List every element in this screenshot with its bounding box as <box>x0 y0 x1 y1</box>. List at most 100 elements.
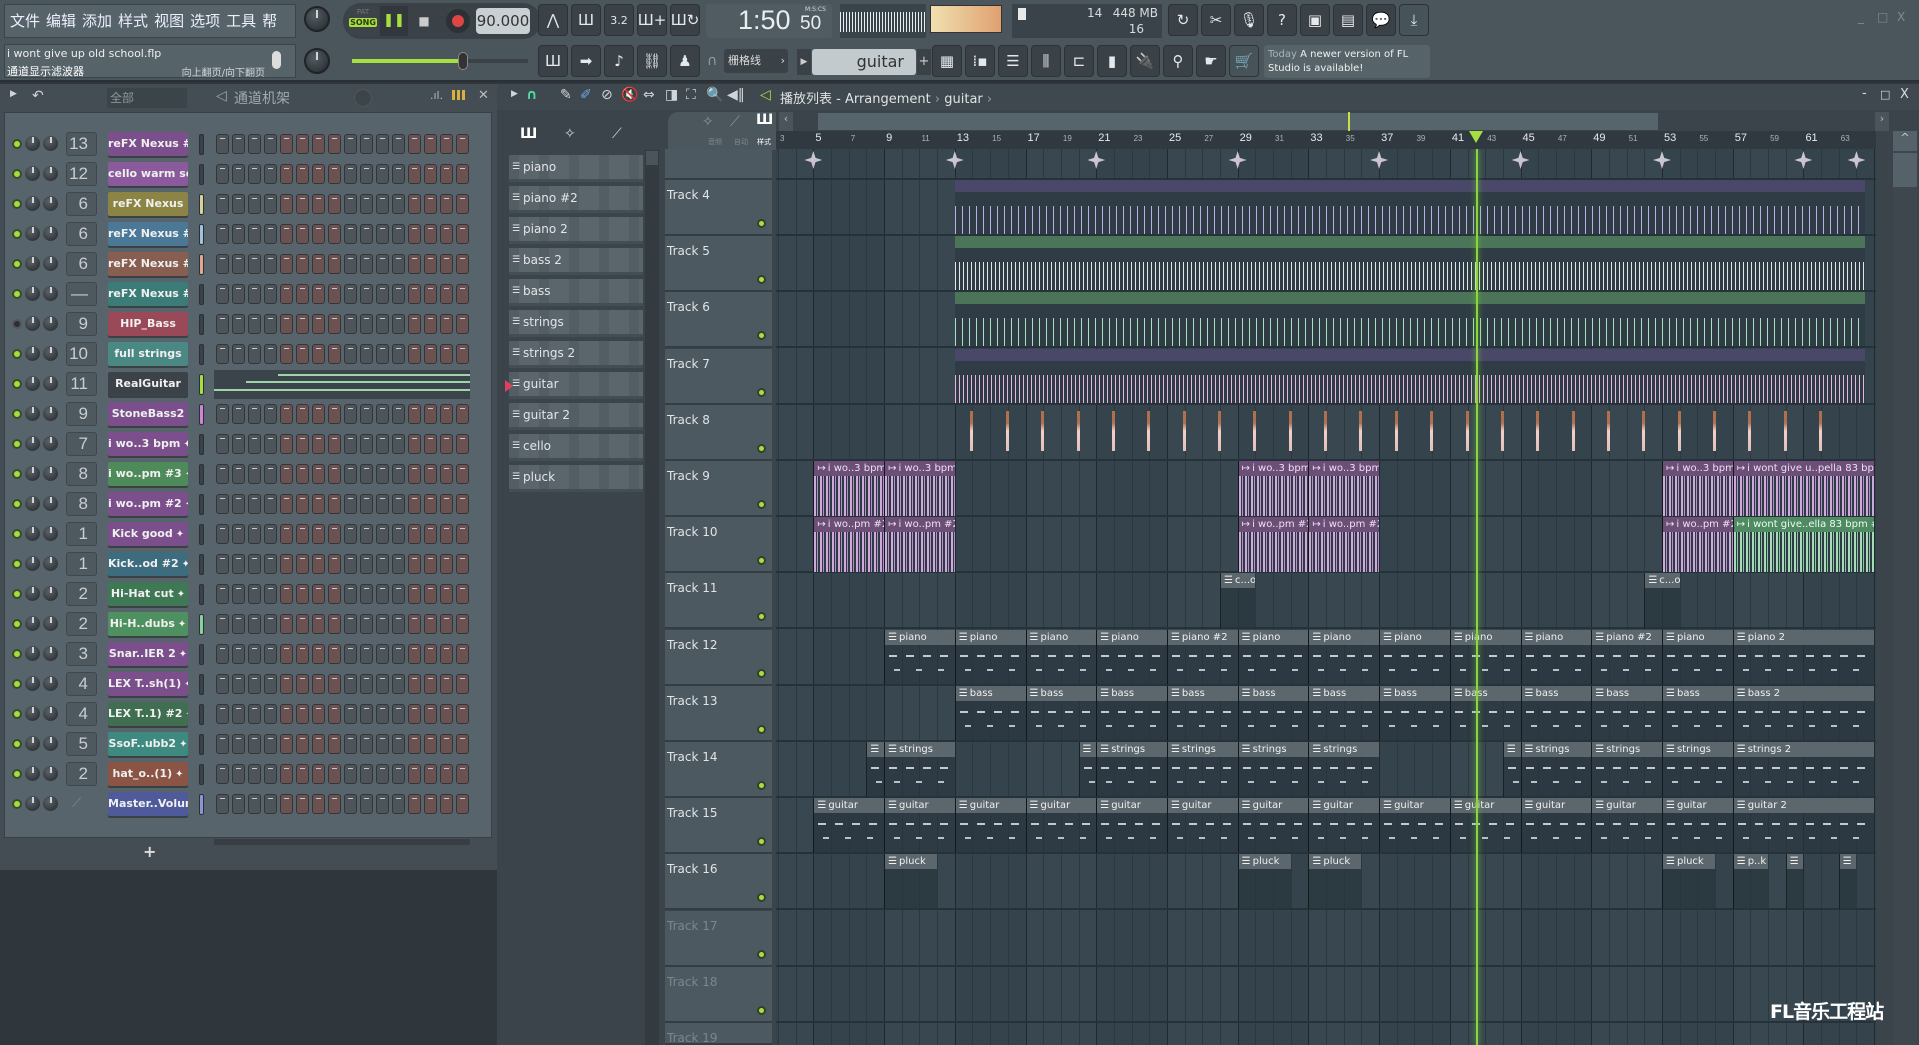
step-button[interactable] <box>344 524 357 544</box>
playlist-clip[interactable]: ☰ <box>1838 854 1857 910</box>
step-button[interactable] <box>216 494 229 514</box>
channel-mute-led[interactable] <box>12 259 22 269</box>
step-button[interactable] <box>440 644 453 664</box>
menu-item[interactable]: 视图 <box>154 12 184 30</box>
step-button[interactable] <box>216 134 229 154</box>
channel-name-button[interactable]: reFX Nexus <box>108 192 188 216</box>
step-button[interactable] <box>312 134 325 154</box>
channel-name-button[interactable]: hat_o..(1) ✦ <box>108 762 188 786</box>
step-button[interactable] <box>408 494 421 514</box>
channel-mute-led[interactable] <box>12 229 22 239</box>
step-button[interactable] <box>392 794 405 814</box>
step-button[interactable] <box>392 194 405 214</box>
step-button[interactable] <box>248 494 261 514</box>
step-button[interactable] <box>376 344 389 364</box>
step-button[interactable] <box>328 734 341 754</box>
step-button[interactable] <box>232 434 245 454</box>
menu-item[interactable]: 编辑 <box>46 12 76 30</box>
step-button[interactable] <box>296 224 309 244</box>
step-button[interactable] <box>312 584 325 604</box>
step-button[interactable] <box>408 794 421 814</box>
channel-mute-led[interactable] <box>12 709 22 719</box>
news-panel[interactable]: Today A newer version of FL Studio is av… <box>1264 45 1430 78</box>
playlist-clip[interactable]: ☰bass <box>1025 685 1097 741</box>
overview-strip[interactable] <box>794 112 1874 131</box>
step-button[interactable] <box>456 464 469 484</box>
track-4-clip[interactable] <box>954 180 1866 234</box>
mixer-track-number[interactable]: 6 <box>66 252 97 276</box>
step-button[interactable] <box>312 794 325 814</box>
step-button[interactable] <box>424 134 437 154</box>
step-button[interactable] <box>248 434 261 454</box>
step-button[interactable] <box>392 284 405 304</box>
step-button[interactable] <box>392 644 405 664</box>
step-button[interactable] <box>232 134 245 154</box>
hit-marker[interactable] <box>1076 410 1080 451</box>
step-button[interactable] <box>440 224 453 244</box>
hit-marker[interactable] <box>970 410 974 451</box>
track-header[interactable]: Track 19 <box>665 1023 772 1045</box>
playlist-minimize-button[interactable]: - <box>1862 86 1867 101</box>
project-browser-button[interactable]: ⊏ <box>1064 45 1094 77</box>
step-button[interactable] <box>328 344 341 364</box>
step-button[interactable] <box>216 554 229 574</box>
track-mute-led[interactable] <box>757 219 766 228</box>
track-mute-led[interactable] <box>757 893 766 903</box>
step-button[interactable] <box>296 494 309 514</box>
step-button[interactable] <box>456 434 469 454</box>
step-button[interactable] <box>296 404 309 424</box>
step-button[interactable] <box>232 614 245 634</box>
step-button[interactable] <box>456 794 469 814</box>
step-button[interactable] <box>216 344 229 364</box>
channel-name-button[interactable]: StoneBass2 <box>108 402 188 426</box>
step-button[interactable] <box>456 254 469 274</box>
step-button[interactable] <box>296 464 309 484</box>
step-button[interactable] <box>360 254 373 274</box>
step-button[interactable] <box>360 734 373 754</box>
track-header[interactable]: Track 13 <box>665 685 772 742</box>
step-button[interactable] <box>328 674 341 694</box>
swing-knob[interactable] <box>354 89 372 107</box>
hit-marker[interactable] <box>1182 410 1186 451</box>
step-button[interactable] <box>280 734 293 754</box>
step-button[interactable] <box>360 434 373 454</box>
volume-knob[interactable] <box>43 346 58 361</box>
step-button[interactable] <box>456 164 469 184</box>
playlist-clip[interactable]: ☰ guitar <box>1520 798 1592 854</box>
channel-name-button[interactable]: LEX T..sh(1)✦ <box>108 672 188 696</box>
step-button[interactable] <box>440 794 453 814</box>
cut-button[interactable]: ✂ <box>1201 4 1231 36</box>
playlist-clip[interactable]: ☰ guitar <box>1166 798 1238 854</box>
playlist-clip[interactable]: ☰ pluck <box>1662 854 1716 910</box>
step-button[interactable] <box>312 284 325 304</box>
channel-select-indicator[interactable] <box>199 494 204 515</box>
step-button[interactable] <box>424 584 437 604</box>
browser-button[interactable]: ➡ <box>571 45 601 77</box>
step-button[interactable] <box>296 164 309 184</box>
channel-mute-led[interactable] <box>12 349 22 359</box>
playlist-clip[interactable]: ↦ i wo..3 bpm <box>884 461 955 516</box>
step-button[interactable] <box>424 554 437 574</box>
hit-marker[interactable] <box>1748 410 1752 451</box>
step-button[interactable] <box>232 254 245 274</box>
step-button[interactable] <box>408 464 421 484</box>
hit-marker[interactable] <box>1642 410 1646 451</box>
playlist-clip[interactable]: ↦ i wo..pm #2 <box>1662 517 1733 573</box>
volume-knob[interactable] <box>43 466 58 481</box>
playlist-clip[interactable]: ☰ strings 2 <box>1732 742 1875 797</box>
step-button[interactable] <box>408 284 421 304</box>
step-button[interactable] <box>264 134 277 154</box>
step-button[interactable] <box>344 734 357 754</box>
step-button[interactable] <box>376 224 389 244</box>
channel-name-button[interactable]: SsoF..ubb2 ✦ <box>108 732 188 756</box>
volume-knob[interactable] <box>43 256 58 271</box>
step-button[interactable] <box>280 164 293 184</box>
delete-icon[interactable]: ⊘ <box>601 87 613 103</box>
hit-marker[interactable] <box>1253 410 1257 451</box>
step-button[interactable] <box>328 434 341 454</box>
playlist-clip[interactable]: ☰ strings <box>1308 742 1380 797</box>
playlist-clip[interactable]: ☰ <box>1078 742 1097 797</box>
step-button[interactable] <box>344 134 357 154</box>
step-button[interactable] <box>296 344 309 364</box>
step-button[interactable] <box>232 344 245 364</box>
